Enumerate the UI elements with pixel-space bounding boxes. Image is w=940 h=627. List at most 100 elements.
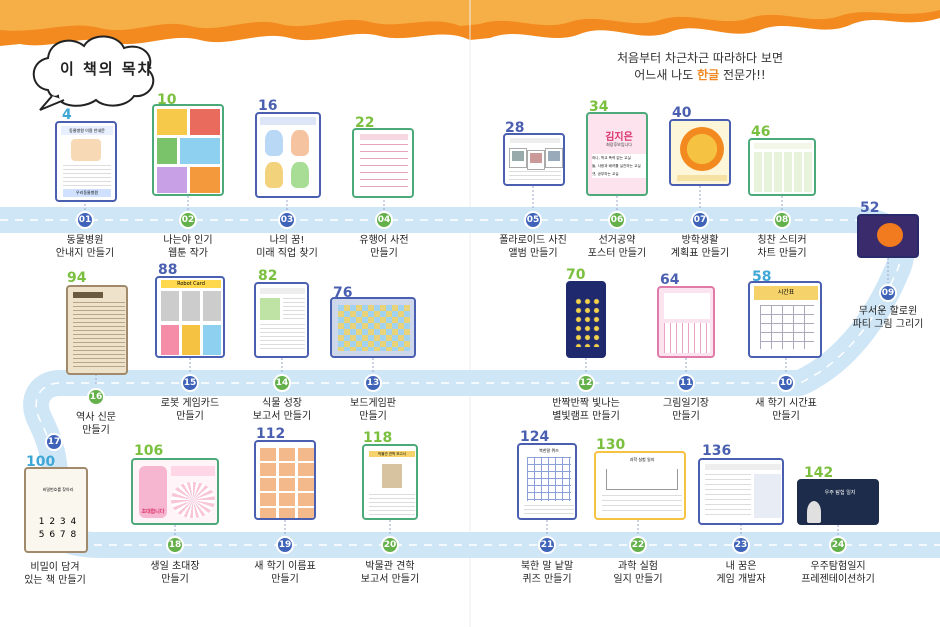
- label-line: 그림일기장: [663, 398, 709, 409]
- chapter-label-09: 무서운 할로윈 파티 그림 그리기: [843, 305, 933, 331]
- thumbnail-sticker-chart[interactable]: [748, 138, 816, 196]
- polaroid-photo: [509, 148, 527, 168]
- pledge-3: 셋, 공부하는 교실: [592, 172, 619, 176]
- chapter-label-11: 그림일기장만들기: [641, 397, 731, 423]
- label-line: 파티 그림 그리기: [852, 319, 924, 330]
- thumbnail-robot-card[interactable]: Robot Card: [155, 276, 225, 358]
- thumbnail-history-newspaper[interactable]: [66, 285, 128, 375]
- chapter-badge-16: 16: [87, 388, 105, 406]
- label-line: 만들기: [271, 574, 299, 585]
- label-line: 역사 신문: [76, 412, 116, 423]
- thumbnail-picture-diary[interactable]: [657, 286, 715, 358]
- chapter-label-14: 식물 성장 보고서 만들기: [237, 397, 327, 423]
- chapter-badge-06: 06: [608, 211, 626, 229]
- label-line: 우주탐험일지: [810, 561, 866, 572]
- tagline-highlight: 한글: [697, 68, 720, 82]
- thumb-header: [510, 138, 560, 143]
- museum-title: 박물관 견학 보고서: [369, 451, 415, 457]
- chapter-label-21: 북한 말 낱말 퀴즈 만들기: [502, 560, 592, 586]
- invite-pattern: [171, 482, 215, 518]
- page-number-23: 136: [702, 443, 732, 459]
- code-row-1: 1 2 3 4: [38, 517, 78, 527]
- chapter-badge-08: 08: [773, 211, 791, 229]
- label-line: 새 학기 시간표: [755, 398, 817, 409]
- thumbnail-north-korean-quiz[interactable]: 북한말 퀴즈: [517, 443, 577, 520]
- chapter-badge-22: 22: [629, 536, 647, 554]
- label-line: 반짝반짝 빛나는: [552, 398, 620, 409]
- chapter-label-03: 나의 꿈! 미래 직업 찾기: [242, 234, 332, 260]
- label-line: 프레젠테이션하기: [801, 574, 875, 585]
- tagline: 처음부터 차근차근 따라하다 보면 어느새 나도 한글 전문가!!: [590, 50, 810, 84]
- robot-cards-grid: [161, 291, 221, 355]
- thumbnail-birthday-invite[interactable]: 초대합니다: [131, 458, 219, 525]
- thumb-header: 동물병원 이용 안내문: [61, 126, 113, 135]
- thumbnail-name-tags[interactable]: [254, 440, 316, 520]
- tagline-line1: 처음부터 차근차근 따라하다 보면: [616, 51, 783, 65]
- pledge-1: 하나, 학교 폭력 없는 교실: [592, 156, 631, 160]
- chapter-label-22: 과학 실험 일지 만들기: [593, 560, 683, 586]
- chapter-badge-20: 20: [381, 536, 399, 554]
- thumbnail-vacation-plan[interactable]: [669, 119, 731, 186]
- thumbnail-timetable[interactable]: 시간표: [748, 281, 822, 358]
- chapter-label-01: 동물병원 안내지 만들기: [40, 234, 130, 260]
- diary-picture-box: [664, 293, 710, 319]
- space-title: 우주 탐험 일지: [824, 490, 856, 496]
- label-line: 게임 개발자: [716, 574, 766, 585]
- star-pattern: [574, 297, 602, 347]
- label-line: 로봇 게임카드: [160, 398, 220, 409]
- label-line: 나는야 인기: [163, 235, 213, 246]
- thumbnail-future-job[interactable]: [255, 112, 321, 198]
- label-line: 만들기: [370, 248, 398, 259]
- comic-panel: [190, 109, 220, 135]
- board-tiles: [338, 305, 410, 351]
- label-line: 동물병원: [66, 235, 104, 246]
- label-line: 퀴즈 만들기: [522, 574, 572, 585]
- thumbnail-plant-report[interactable]: [254, 282, 309, 358]
- text-lines: [705, 474, 751, 518]
- label-line: 만들기: [672, 411, 700, 422]
- person-art: [291, 130, 309, 156]
- thumbnail-animal-hospital[interactable]: 동물병원 이용 안내문 우리동물병원: [55, 121, 117, 202]
- thumbnail-museum-report[interactable]: 박물관 견학 보고서: [362, 444, 418, 520]
- label-line: 만들기: [772, 411, 800, 422]
- comic-panel: [157, 138, 177, 164]
- sun-icon: [680, 127, 724, 171]
- chapter-badge-14: 14: [273, 374, 291, 392]
- game-sketch: [754, 474, 781, 518]
- thumbnail-star-lamp[interactable]: [566, 281, 606, 358]
- tagline-post: 전문가!!: [719, 68, 766, 82]
- thumbnail-webtoon[interactable]: [152, 104, 224, 196]
- label-line: 선거공약: [598, 235, 636, 246]
- label-line: 새 학기 이름표: [254, 561, 316, 572]
- thumbnail-polaroid-album[interactable]: [503, 133, 565, 186]
- label-line: 유행어 사전: [359, 235, 409, 246]
- text-lines: [602, 495, 682, 515]
- chapter-label-07: 방학생활 계획표 만들기: [655, 234, 745, 260]
- text-lines: [509, 171, 561, 183]
- label-line: 미래 직업 찾기: [256, 248, 318, 259]
- thumb-header: [705, 464, 781, 470]
- label-line: 만들기: [176, 411, 204, 422]
- chapter-label-12: 반짝반짝 빛나는 별빛램프 만들기: [541, 397, 631, 423]
- artifact-photo: [382, 464, 402, 488]
- label-line: 만들기: [161, 574, 189, 585]
- thumbnail-halloween[interactable]: [857, 214, 919, 258]
- polaroid-photo: [545, 148, 563, 168]
- text-lines: [369, 494, 415, 516]
- thumbnail-game-developer[interactable]: [698, 458, 784, 525]
- thumbnail-secret-book[interactable]: 비밀번호를 찾아라 1 2 3 4 5 6 7 8: [24, 467, 88, 553]
- chapter-label-15: 로봇 게임카드만들기: [145, 397, 235, 423]
- thumbnail-election-poster[interactable]: 김지은 회장후보입니다 하나, 학교 폭력 없는 교실 둘, 사랑과 배려를 실…: [586, 112, 648, 196]
- chapter-label-19: 새 학기 이름표만들기: [240, 560, 330, 586]
- quiz-title: 북한말 퀴즈: [539, 448, 559, 453]
- thumbnail-slang-dictionary[interactable]: [352, 128, 414, 198]
- thumbnail-board-game[interactable]: [330, 297, 416, 358]
- comic-panel: [157, 167, 187, 193]
- beaker-diagram: [606, 469, 678, 490]
- label-line: 차트 만들기: [757, 248, 807, 259]
- thumb-header: [754, 143, 812, 149]
- thumbnail-science-journal[interactable]: 과학 실험 일지: [594, 451, 686, 520]
- label-line: 나의 꿈!: [269, 235, 305, 246]
- chapter-badge-21: 21: [538, 536, 556, 554]
- thumbnail-space-presentation[interactable]: 우주 탐험 일지: [797, 479, 879, 525]
